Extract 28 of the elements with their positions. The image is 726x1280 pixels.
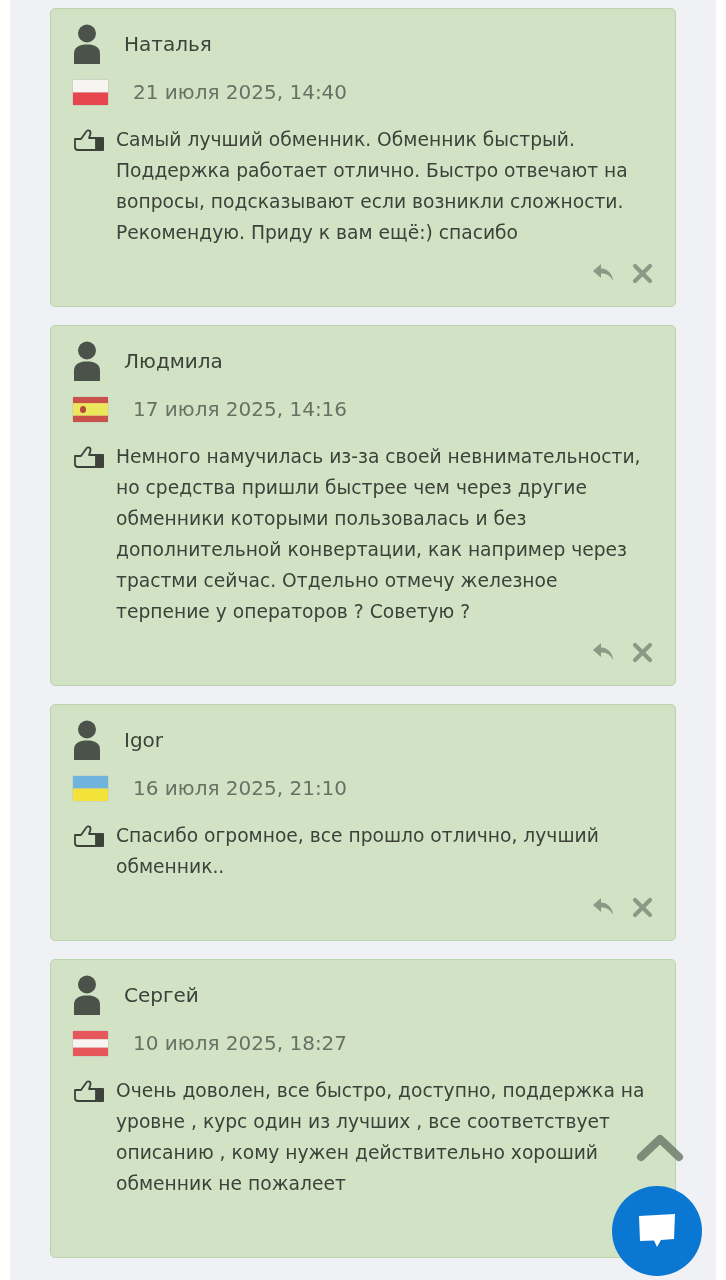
review-text: Очень доволен, все быстро, доступно, поддержка на уровне , курс один из лучших , все соответствует описанию , кому нужен действительно хороший обменник не пожалеет xyxy=(116,1079,646,1196)
review-date: 16 июля 2025, 21:10 xyxy=(133,776,348,800)
close-icon[interactable] xyxy=(632,896,653,918)
author-name: Сергей xyxy=(124,983,199,1007)
user-avatar-icon xyxy=(72,341,102,381)
reply-icon[interactable] xyxy=(592,642,615,662)
user-avatar-icon xyxy=(72,720,102,760)
thumbs-up-icon xyxy=(72,824,106,848)
author-name: Людмила xyxy=(124,349,223,373)
reply-icon[interactable] xyxy=(592,897,615,917)
thumbs-up-icon xyxy=(72,1079,106,1103)
user-avatar-icon xyxy=(72,24,102,64)
review-text: Самый лучший обменник. Обменник быстрый. Поддержка работает отлично. Быстро отвечают на вопросы, подсказывают если возникли сложности. Рекомендую. Приду к вам ещё:) спасибо xyxy=(116,128,629,245)
review-date: 10 июля 2025, 18:27 xyxy=(133,1031,348,1055)
thumbs-up-icon xyxy=(72,128,106,152)
reply-icon[interactable] xyxy=(592,263,615,283)
close-icon[interactable] xyxy=(632,641,653,663)
review-text: Спасибо огромное, все прошло отлично, лучший обменник.. xyxy=(116,824,600,879)
close-icon[interactable] xyxy=(632,262,653,284)
review-text: Немного намучилась из-за своей невнимательности, но средства пришли быстрее чем через другие обменники которыми пользовалась и без дополнительной конвертации, как например через трастми сейчас. Отдельно отмечу железное терпение у операторов ? Советую ? xyxy=(116,445,642,624)
author-name: Наталья xyxy=(124,32,212,56)
review-date: 21 июля 2025, 14:40 xyxy=(133,80,348,104)
chevron-up-icon[interactable] xyxy=(636,1134,684,1162)
user-avatar-icon xyxy=(72,975,102,1015)
chat-bubble-icon xyxy=(637,1213,677,1249)
thumbs-up-icon xyxy=(72,445,106,469)
review-date: 17 июля 2025, 14:16 xyxy=(133,397,348,421)
author-name: Igor xyxy=(124,728,164,752)
